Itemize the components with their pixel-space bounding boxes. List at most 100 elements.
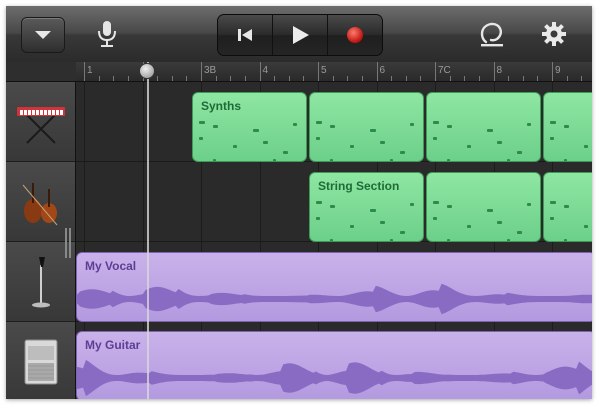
midi-notes (544, 195, 592, 241)
midi-note (316, 201, 322, 204)
midi-note (467, 225, 471, 228)
midi-note (370, 209, 376, 212)
midi-note (433, 137, 437, 140)
ruler-beat-tick (274, 76, 276, 81)
ruler-beat-tick (186, 76, 188, 81)
microphone-icon (98, 21, 116, 47)
go-to-beginning-button[interactable] (218, 15, 273, 55)
midi-note (316, 121, 322, 124)
midi-note (550, 217, 554, 220)
transport-controls (217, 14, 383, 56)
region-my-guitar[interactable]: My Guitar (76, 331, 592, 399)
midi-note (199, 137, 203, 140)
midi-note (316, 217, 320, 220)
ruler-beat-tick (230, 76, 232, 81)
loop-icon (480, 22, 503, 47)
midi-note (410, 123, 414, 126)
tracks-area: Synths String Section My Vocal My Guitar (76, 82, 592, 399)
midi-note (467, 145, 471, 148)
ruler-beat-tick (478, 76, 480, 81)
region-string-section-loop[interactable] (543, 172, 592, 242)
midi-note (330, 205, 335, 208)
ruler-bar-tick (435, 62, 436, 81)
menu-button[interactable] (21, 17, 65, 53)
ruler-beat-tick (171, 76, 173, 81)
playhead-handle[interactable] (139, 63, 155, 79)
region-synths-loop[interactable] (309, 92, 424, 162)
track-resize-handle[interactable] (65, 228, 71, 258)
ruler-beat-tick (215, 76, 217, 81)
midi-note (447, 125, 452, 128)
midi-note (447, 239, 450, 241)
ruler-bar-tick (84, 62, 85, 81)
midi-note (233, 145, 237, 148)
ruler-bar-label: 3B (204, 65, 217, 76)
midi-note (447, 205, 452, 208)
region-synths-loop[interactable] (426, 92, 541, 162)
midi-notes (193, 115, 306, 161)
midi-note (433, 121, 439, 124)
play-icon (293, 26, 309, 44)
midi-note (550, 137, 554, 140)
waveform-path (77, 359, 592, 397)
ruler-bar-tick (259, 62, 261, 81)
midi-note (497, 221, 502, 224)
midi-note (380, 221, 385, 224)
ruler-bar-label: 7C (438, 65, 451, 76)
track-header-guitar[interactable] (6, 322, 75, 399)
ruler-beat-tick (508, 76, 510, 81)
ruler-bar-label: 4 (262, 65, 269, 76)
region-synths[interactable]: Synths (192, 92, 307, 162)
midi-note (527, 123, 531, 126)
midi-notes (427, 115, 540, 161)
ruler-beat-tick (391, 76, 393, 81)
chevron-down-icon (35, 31, 51, 39)
midi-note (487, 129, 493, 132)
midi-note (550, 201, 556, 204)
mic-button[interactable] (92, 16, 122, 52)
amplifier-icon (24, 339, 57, 384)
record-icon (347, 27, 363, 43)
settings-button[interactable] (538, 18, 570, 50)
region-my-vocal[interactable]: My Vocal (76, 252, 592, 322)
midi-note (330, 159, 333, 161)
skip-to-start-icon (238, 29, 252, 41)
ruler-beat-tick (361, 76, 363, 81)
ruler-bar-label: 5 (321, 65, 327, 76)
ruler-beat-tick (288, 76, 290, 81)
midi-note (527, 203, 531, 206)
midi-note (370, 129, 376, 132)
ruler-bar-label: 6 (379, 65, 386, 76)
region-string-section[interactable]: String Section (309, 172, 424, 242)
ruler-bar-label: 1 (87, 65, 93, 76)
midi-note (273, 159, 276, 161)
track-header-keyboard[interactable] (6, 82, 75, 162)
midi-note (517, 151, 522, 154)
record-button[interactable] (328, 15, 382, 55)
midi-note (487, 209, 493, 212)
midi-note (507, 239, 510, 241)
ruler-beat-tick (566, 76, 568, 81)
ruler-bar-tick (493, 62, 495, 81)
loop-browser-button[interactable] (474, 18, 510, 50)
ruler-beat-tick (113, 76, 115, 81)
ruler-bar-tick (376, 62, 378, 81)
ruler-bar-label: 8 (496, 65, 503, 76)
violin-icon (22, 182, 57, 225)
ruler-beat-tick (303, 76, 305, 81)
ruler-beat-tick (522, 76, 524, 81)
region-string-section-loop[interactable] (426, 172, 541, 242)
region-synths-loop[interactable] (543, 92, 592, 162)
midi-note (350, 225, 354, 228)
midi-note (564, 159, 567, 161)
midi-note (316, 137, 320, 140)
midi-note (433, 201, 439, 204)
play-button[interactable] (273, 15, 328, 55)
midi-notes (310, 115, 423, 161)
playhead[interactable] (147, 62, 149, 399)
midi-note (283, 151, 288, 154)
ruler-bar-tick (552, 62, 553, 81)
midi-note (199, 121, 205, 124)
midi-notes (544, 115, 592, 161)
track-headers (6, 82, 76, 399)
